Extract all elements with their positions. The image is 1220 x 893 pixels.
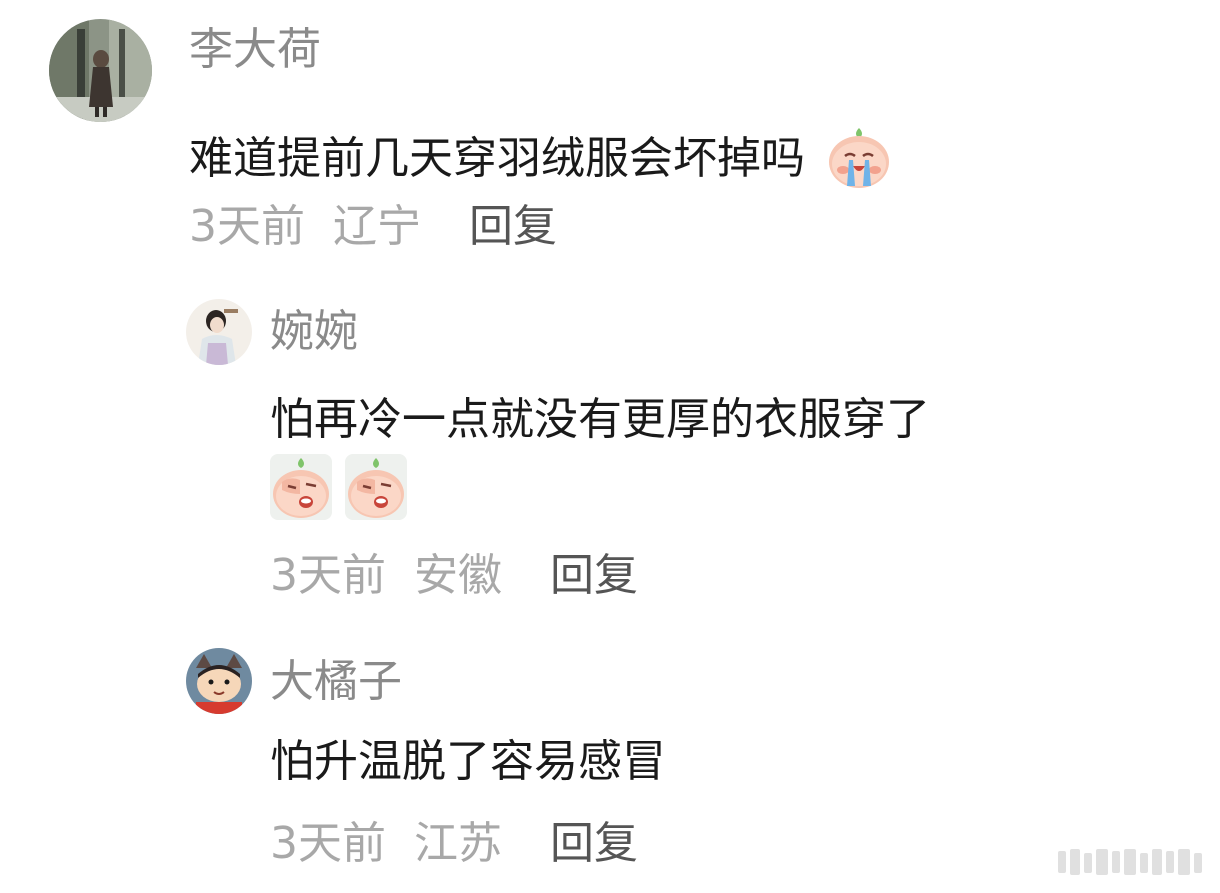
weibo-watermark-icon: [1056, 845, 1206, 883]
username[interactable]: 李大荷: [189, 28, 321, 72]
reply-button[interactable]: 回复: [550, 550, 638, 601]
avatar[interactable]: [186, 648, 252, 714]
location: 江苏: [414, 818, 502, 869]
username[interactable]: 大橘子: [270, 660, 402, 704]
comment-text-content: 难道提前几天穿羽绒服会坏掉吗: [189, 133, 805, 184]
username[interactable]: 婉婉: [270, 310, 358, 354]
reply-button[interactable]: 回复: [550, 818, 638, 869]
timestamp: 3天前: [189, 201, 305, 252]
comment-2: 婉婉 怕再冷一点就没有更厚的衣服穿了 3天前 安徽 回复: [0, 280, 1220, 620]
location: 安徽: [414, 550, 502, 601]
emoji-row: [270, 454, 415, 524]
comment-text: 难道提前几天穿羽绒服会坏掉吗: [189, 124, 893, 198]
timestamp: 3天前: [270, 818, 386, 869]
comment-text: 怕升温脱了容易感冒: [270, 736, 666, 787]
location: 辽宁: [333, 201, 421, 252]
comment-text: 怕再冷一点就没有更厚的衣服穿了: [270, 394, 930, 445]
timestamp: 3天前: [270, 550, 386, 601]
comment-meta: 3天前 辽宁 回复: [189, 205, 557, 249]
comment-meta: 3天前 江苏 回复: [270, 822, 638, 866]
reply-button[interactable]: 回复: [469, 201, 557, 252]
comment-3: 大橘子 怕升温脱了容易感冒 3天前 江苏 回复: [0, 630, 1220, 893]
comment-meta: 3天前 安徽 回复: [270, 554, 638, 598]
facepalm-peach-emoji: [345, 454, 408, 524]
avatar[interactable]: [49, 19, 152, 122]
facepalm-peach-emoji: [270, 454, 332, 524]
avatar[interactable]: [186, 299, 252, 365]
crying-peach-emoji: [825, 124, 893, 198]
comment-1: 李大荷 难道提前几天穿羽绒服会坏掉吗 3天前 辽宁 回复: [0, 0, 1220, 270]
